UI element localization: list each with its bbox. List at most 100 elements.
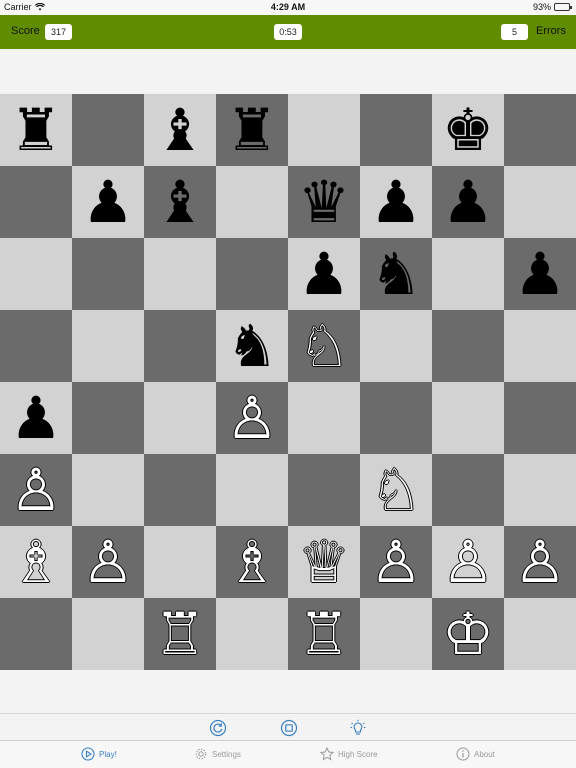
timer-value: 0:53 xyxy=(274,24,302,40)
square-d4[interactable]: ♙ xyxy=(216,382,288,454)
black-piece[interactable]: ♟ xyxy=(514,245,566,303)
square-b1[interactable] xyxy=(72,598,144,670)
square-d7[interactable] xyxy=(216,166,288,238)
white-piece[interactable]: ♙ xyxy=(82,533,134,591)
black-piece[interactable]: ♜ xyxy=(226,101,278,159)
tab-settings[interactable]: Settings xyxy=(194,747,241,761)
square-c8[interactable]: ♝ xyxy=(144,94,216,166)
square-h4[interactable] xyxy=(504,382,576,454)
square-b5[interactable] xyxy=(72,310,144,382)
square-a6[interactable] xyxy=(0,238,72,310)
white-piece[interactable]: ♙ xyxy=(442,533,494,591)
square-a1[interactable] xyxy=(0,598,72,670)
white-piece[interactable]: ♖ xyxy=(298,605,350,663)
black-piece[interactable]: ♞ xyxy=(226,317,278,375)
square-f8[interactable] xyxy=(360,94,432,166)
square-c6[interactable] xyxy=(144,238,216,310)
square-c7[interactable]: ♝ xyxy=(144,166,216,238)
black-piece[interactable]: ♟ xyxy=(10,389,62,447)
square-h5[interactable] xyxy=(504,310,576,382)
square-d5[interactable]: ♞ xyxy=(216,310,288,382)
black-piece[interactable]: ♝ xyxy=(154,101,206,159)
white-piece[interactable]: ♕ xyxy=(298,533,350,591)
white-piece[interactable]: ♗ xyxy=(10,533,62,591)
square-a3[interactable]: ♙ xyxy=(0,454,72,526)
black-piece[interactable]: ♟ xyxy=(370,173,422,231)
square-h3[interactable] xyxy=(504,454,576,526)
square-f7[interactable]: ♟ xyxy=(360,166,432,238)
square-f3[interactable]: ♘ xyxy=(360,454,432,526)
square-e2[interactable]: ♕ xyxy=(288,526,360,598)
white-piece[interactable]: ♔ xyxy=(442,605,494,663)
square-e5[interactable]: ♘ xyxy=(288,310,360,382)
square-g1[interactable]: ♔ xyxy=(432,598,504,670)
black-piece[interactable]: ♟ xyxy=(442,173,494,231)
square-d3[interactable] xyxy=(216,454,288,526)
square-h7[interactable] xyxy=(504,166,576,238)
square-f5[interactable] xyxy=(360,310,432,382)
square-h2[interactable]: ♙ xyxy=(504,526,576,598)
black-piece[interactable]: ♚ xyxy=(442,101,494,159)
black-piece[interactable]: ♛ xyxy=(298,173,350,231)
tab-play[interactable]: Play! xyxy=(81,747,117,761)
square-e8[interactable] xyxy=(288,94,360,166)
square-g4[interactable] xyxy=(432,382,504,454)
square-f1[interactable] xyxy=(360,598,432,670)
restart-button[interactable] xyxy=(209,719,227,737)
square-c1[interactable]: ♖ xyxy=(144,598,216,670)
white-piece[interactable]: ♙ xyxy=(10,461,62,519)
white-piece[interactable]: ♖ xyxy=(154,605,206,663)
square-d6[interactable] xyxy=(216,238,288,310)
hint-button[interactable] xyxy=(349,719,367,737)
square-g3[interactable] xyxy=(432,454,504,526)
black-piece[interactable]: ♞ xyxy=(370,245,422,303)
black-piece[interactable]: ♟ xyxy=(298,245,350,303)
square-d8[interactable]: ♜ xyxy=(216,94,288,166)
square-e3[interactable] xyxy=(288,454,360,526)
square-c4[interactable] xyxy=(144,382,216,454)
square-d2[interactable]: ♗ xyxy=(216,526,288,598)
white-piece[interactable]: ♘ xyxy=(298,317,350,375)
square-g6[interactable] xyxy=(432,238,504,310)
square-e7[interactable]: ♛ xyxy=(288,166,360,238)
tab-high-score[interactable]: High Score xyxy=(320,747,378,761)
square-b3[interactable] xyxy=(72,454,144,526)
square-f4[interactable] xyxy=(360,382,432,454)
square-b6[interactable] xyxy=(72,238,144,310)
square-a8[interactable]: ♜ xyxy=(0,94,72,166)
square-e4[interactable] xyxy=(288,382,360,454)
square-g2[interactable]: ♙ xyxy=(432,526,504,598)
white-piece[interactable]: ♙ xyxy=(514,533,566,591)
square-b4[interactable] xyxy=(72,382,144,454)
square-g8[interactable]: ♚ xyxy=(432,94,504,166)
black-piece[interactable]: ♝ xyxy=(154,173,206,231)
white-piece[interactable]: ♙ xyxy=(370,533,422,591)
stop-button[interactable] xyxy=(280,719,298,737)
square-a4[interactable]: ♟ xyxy=(0,382,72,454)
square-b7[interactable]: ♟ xyxy=(72,166,144,238)
white-piece[interactable]: ♘ xyxy=(370,461,422,519)
square-h8[interactable] xyxy=(504,94,576,166)
square-a5[interactable] xyxy=(0,310,72,382)
square-g5[interactable] xyxy=(432,310,504,382)
square-a7[interactable] xyxy=(0,166,72,238)
square-h6[interactable]: ♟ xyxy=(504,238,576,310)
black-piece[interactable]: ♜ xyxy=(10,101,62,159)
square-b2[interactable]: ♙ xyxy=(72,526,144,598)
square-g7[interactable]: ♟ xyxy=(432,166,504,238)
square-c5[interactable] xyxy=(144,310,216,382)
square-h1[interactable] xyxy=(504,598,576,670)
tab-about[interactable]: About xyxy=(456,747,495,761)
square-e6[interactable]: ♟ xyxy=(288,238,360,310)
white-piece[interactable]: ♙ xyxy=(226,389,278,447)
square-c3[interactable] xyxy=(144,454,216,526)
square-a2[interactable]: ♗ xyxy=(0,526,72,598)
square-b8[interactable] xyxy=(72,94,144,166)
white-piece[interactable]: ♗ xyxy=(226,533,278,591)
black-piece[interactable]: ♟ xyxy=(82,173,134,231)
square-f6[interactable]: ♞ xyxy=(360,238,432,310)
square-e1[interactable]: ♖ xyxy=(288,598,360,670)
square-f2[interactable]: ♙ xyxy=(360,526,432,598)
square-d1[interactable] xyxy=(216,598,288,670)
square-c2[interactable] xyxy=(144,526,216,598)
